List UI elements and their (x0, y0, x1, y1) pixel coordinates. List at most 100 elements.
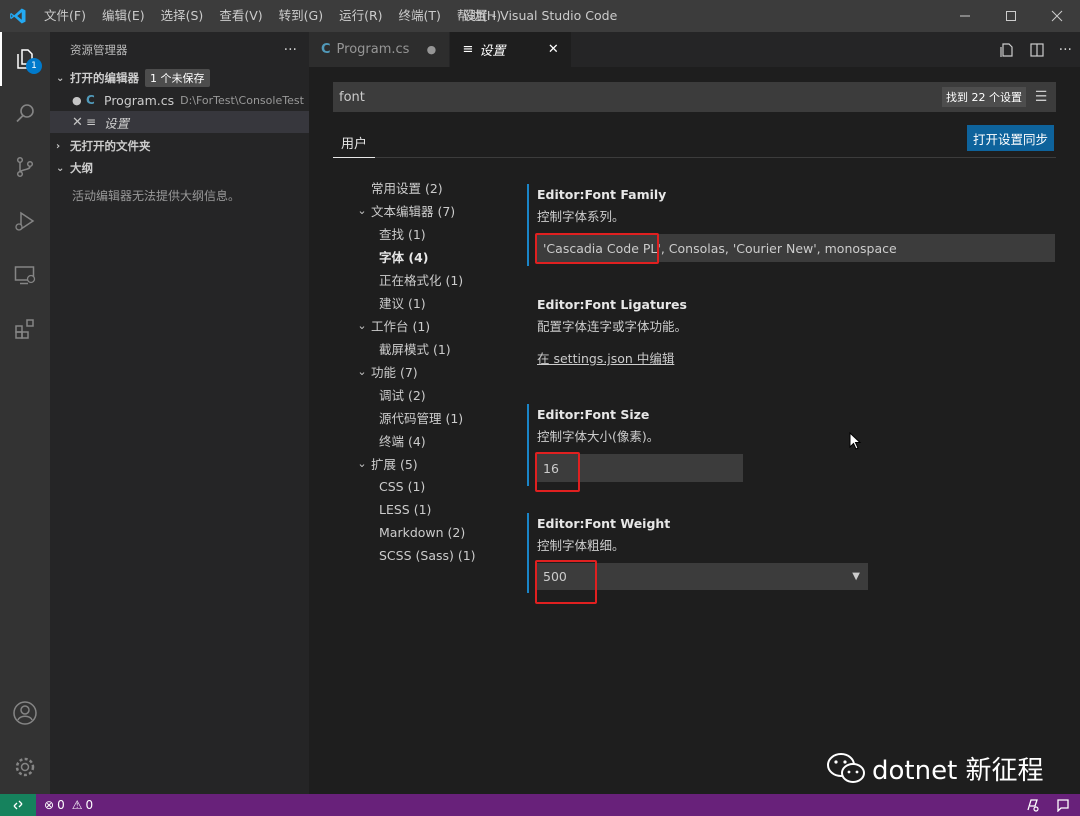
notifications-icon[interactable] (1056, 798, 1070, 812)
live-share-icon[interactable] (1026, 798, 1040, 812)
toc-label: 常用设置 (2) (371, 181, 443, 196)
explorer-button[interactable]: 1 (0, 32, 50, 86)
toc-item[interactable]: Markdown (2) (353, 521, 533, 544)
menu-go[interactable]: 转到(G) (271, 0, 331, 32)
outline-message: 活动编辑器无法提供大纲信息。 (72, 189, 241, 203)
toc-item[interactable]: 终端 (4) (353, 429, 533, 452)
toc-label: 源代码管理 (1) (379, 411, 464, 426)
toc-item[interactable]: ⌄ 功能 (7) (353, 360, 533, 383)
tab-label: 设置 (479, 44, 506, 59)
vscode-logo-icon (0, 0, 36, 32)
open-editor-path: D:\ForTest\ConsoleTest (180, 93, 304, 107)
chevron-right-icon: › (56, 140, 61, 152)
accounts-button[interactable] (0, 686, 50, 740)
clear-filter-icon[interactable]: ☰ (1032, 89, 1050, 105)
search-button[interactable] (0, 86, 50, 140)
open-settings-json-icon[interactable] (999, 42, 1015, 58)
problems-status[interactable]: ⊗ 0 ⚠ 0 (36, 798, 101, 812)
toc-item[interactable]: 调试 (2) (353, 383, 533, 406)
open-editors-label: 打开的编辑器 (70, 71, 139, 85)
toc-item[interactable]: 截屏模式 (1) (353, 337, 533, 360)
toc-item[interactable]: 常用设置 (2) (353, 176, 533, 199)
source-control-button[interactable] (0, 140, 50, 194)
setting-category: Editor: (537, 406, 585, 422)
chevron-down-icon: ⌄ (357, 204, 367, 217)
close-icon[interactable]: ✕ (545, 42, 561, 57)
chevron-down-icon: ⌄ (357, 365, 367, 378)
open-editors-section[interactable]: ⌄ 打开的编辑器 1 个未保存 (50, 67, 309, 89)
close-window-button[interactable] (1034, 0, 1080, 32)
no-folder-label: 无打开的文件夹 (70, 139, 151, 153)
toc-item[interactable]: 源代码管理 (1) (353, 406, 533, 429)
toc-label: Markdown (2) (379, 525, 466, 540)
warning-icon: ⚠ (71, 798, 83, 812)
split-editor-icon[interactable] (1029, 42, 1045, 58)
tab-settings[interactable]: ≡ 设置 ✕ (450, 32, 573, 67)
toc-item[interactable]: ⌄ 扩展 (5) (353, 452, 533, 475)
wechat-logo-icon (827, 752, 865, 783)
remote-explorer-button[interactable] (0, 248, 50, 302)
settings-search-input[interactable] (339, 89, 942, 105)
more-actions-icon[interactable]: ··· (1059, 42, 1072, 58)
toc-item[interactable]: 建议 (1) (353, 291, 533, 314)
gear-icon (15, 757, 35, 777)
tab-program-cs[interactable]: C Program.cs ● (309, 32, 451, 67)
edit-in-settings-json-link[interactable]: 在 settings.json 中编辑 (537, 351, 674, 366)
setting-name: Font Size (584, 406, 650, 422)
toc-item[interactable]: 正在格式化 (1) (353, 268, 533, 291)
toc-item[interactable]: LESS (1) (353, 498, 533, 521)
csharp-file-icon: C (86, 93, 95, 107)
run-debug-icon (15, 211, 35, 231)
toc-label: 文本编辑器 (7) (371, 204, 456, 219)
toc-label: 字体 (4) (379, 250, 429, 265)
toc-label: LESS (1) (379, 502, 432, 517)
toc-item[interactable]: ⌄ 工作台 (1) (353, 314, 533, 337)
sidebar-header: 资源管理器 ··· (50, 32, 309, 67)
menu-terminal[interactable]: 终端(T) (391, 0, 449, 32)
toc-item[interactable]: 查找 (1) (353, 222, 533, 245)
activity-bar: 1 (0, 32, 50, 794)
menu-file[interactable]: 文件(F) (36, 0, 94, 32)
unsaved-dot-icon[interactable]: ● (72, 94, 86, 107)
toc-item[interactable]: CSS (1) (353, 475, 533, 498)
remote-button[interactable] (0, 794, 36, 816)
remote-icon (13, 800, 23, 810)
open-editor-settings[interactable]: ✕ ≡ 设置 (50, 111, 309, 133)
menu-selection[interactable]: 选择(S) (153, 0, 212, 32)
toc-item[interactable]: 字体 (4) (353, 245, 533, 268)
open-editor-program-cs[interactable]: ● C Program.cs D:\ForTest\ConsoleTest (50, 89, 309, 111)
no-folder-section[interactable]: › 无打开的文件夹 (50, 135, 309, 157)
menu-run[interactable]: 运行(R) (331, 0, 390, 32)
scope-divider (333, 157, 1056, 158)
extensions-button[interactable] (0, 302, 50, 356)
toc-label: 扩展 (5) (371, 457, 418, 472)
menu-view[interactable]: 查看(V) (211, 0, 270, 32)
chevron-down-icon: ⌄ (56, 162, 65, 174)
menu-edit[interactable]: 编辑(E) (94, 0, 153, 32)
minimize-button[interactable] (942, 0, 988, 32)
toc-item[interactable]: ⌄ 文本编辑器 (7) (353, 199, 533, 222)
maximize-button[interactable] (988, 0, 1034, 32)
error-count: 0 (57, 798, 65, 812)
toc-label: 查找 (1) (379, 227, 426, 242)
toc-item[interactable]: SCSS (Sass) (1) (353, 544, 533, 567)
more-actions-button[interactable]: ··· (284, 42, 297, 58)
setting-title: Editor: Font Ligatures (537, 294, 687, 314)
highlight-box (535, 452, 580, 492)
open-editor-name: Program.cs (104, 92, 175, 108)
user-scope-tab[interactable]: 用户 (333, 127, 376, 158)
run-debug-button[interactable] (0, 194, 50, 248)
outline-section[interactable]: ⌄ 大纲 (50, 157, 309, 179)
outline-label: 大纲 (70, 161, 93, 175)
close-icon[interactable]: ✕ (72, 115, 86, 130)
editor-actions: ··· (999, 32, 1072, 67)
unsaved-dot-icon[interactable]: ● (423, 43, 439, 56)
manage-button[interactable] (0, 740, 50, 794)
toc-label: 功能 (7) (371, 365, 418, 380)
setting-name: Font Weight (584, 515, 671, 531)
chevron-down-icon: ⌄ (357, 319, 367, 332)
settings-sync-button[interactable]: 打开设置同步 (966, 125, 1054, 151)
menu-bar: 文件(F) 编辑(E) 选择(S) 查看(V) 转到(G) 运行(R) 终端(T… (36, 0, 509, 32)
menu-help[interactable]: 帮助(H) (449, 0, 509, 32)
activity-bottom (0, 686, 50, 794)
